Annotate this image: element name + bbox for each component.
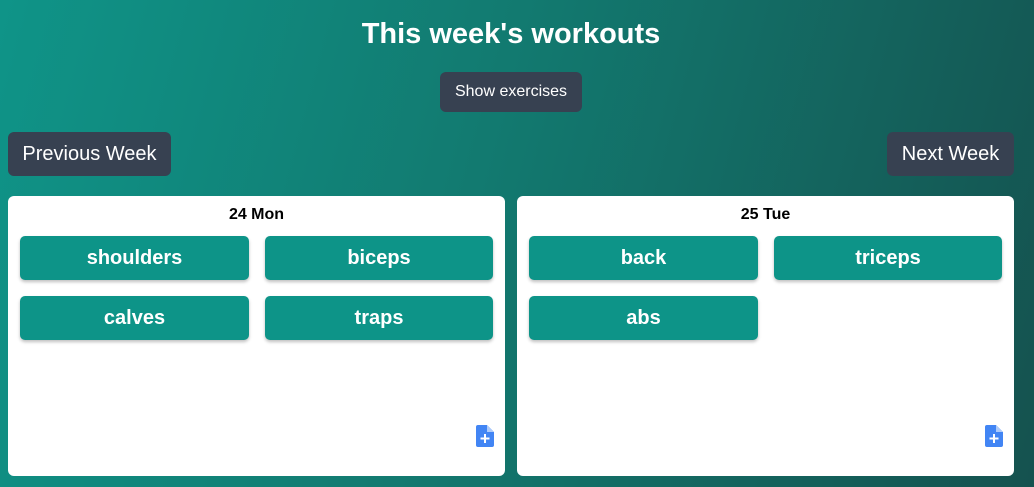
add-document-icon[interactable] <box>985 425 1003 447</box>
day-card-mon: 24 Mon shoulders biceps calves traps <box>8 196 505 476</box>
exercise-back[interactable]: back <box>529 236 758 280</box>
exercise-list: back triceps abs <box>529 236 1002 340</box>
exercise-biceps[interactable]: biceps <box>265 236 493 280</box>
exercise-calves[interactable]: calves <box>20 296 249 340</box>
previous-week-button[interactable]: Previous Week <box>8 132 171 176</box>
exercise-list: shoulders biceps calves traps <box>20 236 493 340</box>
day-title: 24 Mon <box>228 206 285 223</box>
exercise-triceps[interactable]: triceps <box>774 236 1002 280</box>
day-card-tue: 25 Tue back triceps abs <box>517 196 1014 476</box>
next-week-button[interactable]: Next Week <box>887 132 1014 176</box>
exercise-abs[interactable]: abs <box>529 296 758 340</box>
show-exercises-button[interactable]: Show exercises <box>440 72 582 112</box>
page-title: This week's workouts <box>361 18 661 50</box>
add-document-icon[interactable] <box>476 425 494 447</box>
exercise-shoulders[interactable]: shoulders <box>20 236 249 280</box>
exercise-traps[interactable]: traps <box>265 296 493 340</box>
day-title: 25 Tue <box>740 206 791 223</box>
